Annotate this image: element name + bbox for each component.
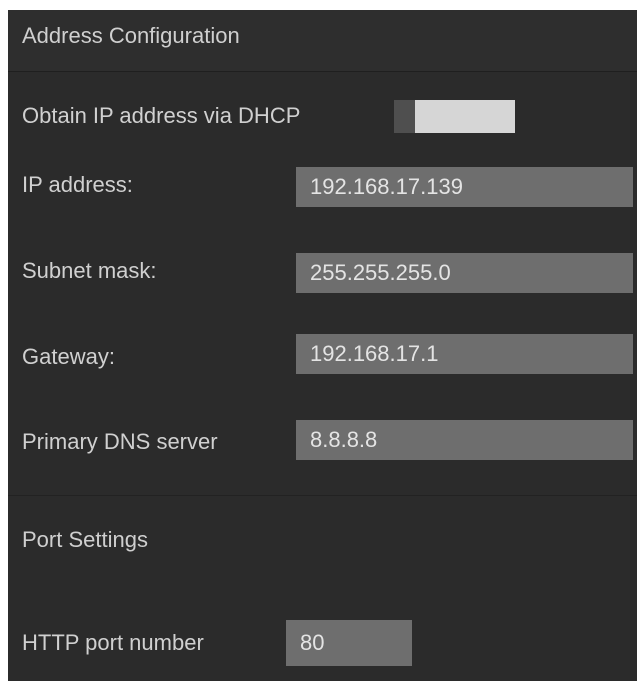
http-port-label: HTTP port number (22, 630, 204, 655)
http-port-field[interactable] (286, 620, 412, 666)
gateway-field[interactable] (296, 334, 633, 374)
address-configuration-header: Address Configuration (8, 10, 637, 72)
dhcp-label: Obtain IP address via DHCP (22, 103, 301, 128)
subnet-mask-field[interactable] (296, 253, 633, 293)
port-settings-title: Port Settings (22, 527, 148, 552)
ip-address-label: IP address: (22, 172, 133, 197)
gateway-label: Gateway: (22, 344, 115, 369)
dhcp-toggle[interactable] (394, 100, 515, 133)
network-settings-panel: Address Configuration Obtain IP address … (8, 10, 637, 681)
dhcp-toggle-knob (394, 100, 415, 133)
address-configuration-title: Address Configuration (22, 23, 240, 48)
primary-dns-field[interactable] (296, 420, 633, 460)
port-settings-header: Port Settings (8, 508, 637, 568)
primary-dns-label: Primary DNS server (22, 429, 218, 454)
ip-address-field[interactable] (296, 167, 633, 207)
subnet-mask-label: Subnet mask: (22, 258, 157, 283)
section-divider (8, 495, 637, 496)
